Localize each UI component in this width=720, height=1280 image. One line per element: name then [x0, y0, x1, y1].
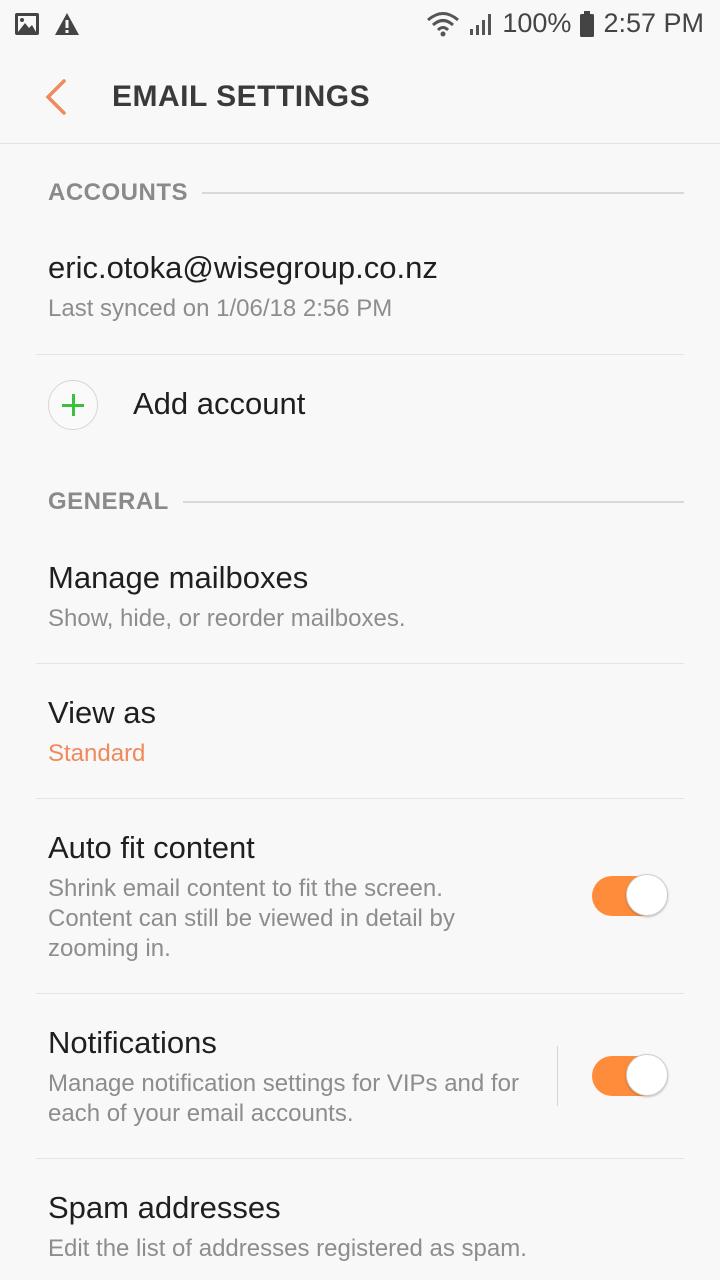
add-account-label: Add account: [133, 386, 306, 421]
account-item[interactable]: eric.otoka@wisegroup.co.nz Last synced o…: [48, 250, 684, 324]
wifi-icon: [427, 11, 460, 36]
setting-manage-mailboxes[interactable]: Manage mailboxes Show, hide, or reorder …: [48, 560, 684, 634]
setting-title: View as: [48, 695, 156, 730]
setting-title: Notifications: [48, 1025, 217, 1060]
setting-title: Spam addresses: [48, 1190, 281, 1225]
account-email: eric.otoka@wisegroup.co.nz: [48, 250, 438, 285]
section-rule: [202, 192, 684, 194]
clock: 2:57 PM: [603, 8, 704, 38]
setting-subtitle: Show, hide, or reorder mailboxes.: [48, 605, 406, 632]
plus-icon: [62, 394, 84, 416]
setting-auto-fit-content[interactable]: Auto fit content Shrink email content to…: [48, 830, 520, 964]
setting-subtitle: Manage notification settings for VIPs an…: [48, 1070, 519, 1127]
toggle-knob: [626, 1054, 668, 1096]
page-title: EMAIL SETTINGS: [112, 80, 371, 113]
battery-icon: [580, 10, 595, 37]
setting-view-as[interactable]: View as Standard: [48, 695, 684, 769]
setting-notifications[interactable]: Notifications Manage notification settin…: [48, 1025, 530, 1129]
section-label-accounts: ACCOUNTS: [48, 179, 188, 206]
setting-title: Auto fit content: [48, 830, 255, 865]
section-header-accounts: ACCOUNTS: [48, 178, 684, 208]
back-arrow-icon[interactable]: [40, 78, 74, 116]
setting-subtitle: Edit the list of addresses registered as…: [48, 1235, 527, 1262]
setting-spam-addresses[interactable]: Spam addresses Edit the list of addresse…: [48, 1190, 684, 1264]
view-as-value: Standard: [48, 740, 146, 767]
divider: [36, 1158, 684, 1159]
divider: [36, 993, 684, 994]
divider: [36, 798, 684, 799]
account-sync-status: Last synced on 1/06/18 2:56 PM: [48, 295, 393, 322]
signal-icon: [470, 13, 492, 35]
warning-icon: [55, 13, 79, 35]
setting-subtitle: Shrink email content to fit the screen. …: [48, 875, 455, 962]
toggle-knob: [626, 874, 668, 916]
divider: [36, 663, 684, 664]
setting-title: Manage mailboxes: [48, 560, 309, 595]
add-account-icon[interactable]: [48, 380, 98, 430]
section-header-general: GENERAL: [48, 487, 684, 517]
divider: [36, 354, 684, 355]
battery-percent: 100%: [502, 8, 572, 38]
auto-fit-toggle[interactable]: [592, 874, 668, 916]
section-rule: [182, 501, 684, 503]
vertical-separator: [557, 1046, 558, 1106]
status-bar: 100% 2:57 PM: [0, 0, 720, 50]
section-label-general: GENERAL: [48, 488, 169, 515]
app-bar: EMAIL SETTINGS: [0, 50, 720, 144]
image-icon: [15, 13, 39, 35]
add-account-button[interactable]: Add account: [133, 386, 684, 422]
notifications-toggle[interactable]: [592, 1054, 668, 1096]
